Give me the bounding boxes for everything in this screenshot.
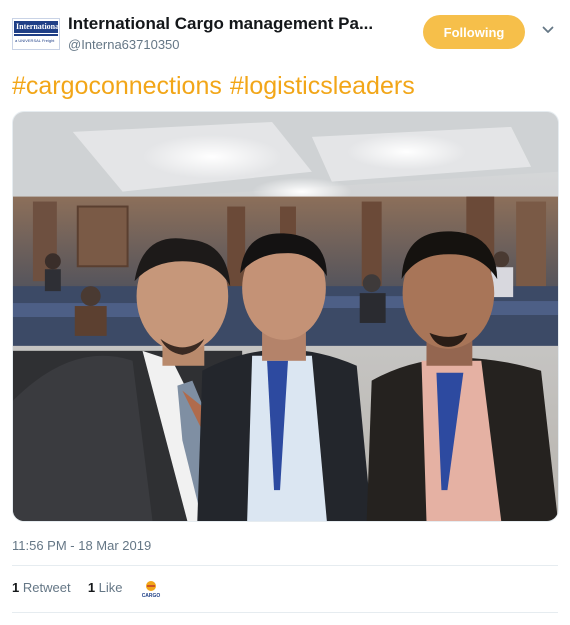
hashtag-link[interactable]: #logisticsleaders	[230, 72, 415, 100]
selfie-photo-illustration	[13, 112, 558, 521]
like-count[interactable]: 1	[88, 580, 95, 595]
liker-avatar[interactable]: CARGO	[140, 578, 162, 600]
svg-text:CARGO: CARGO	[142, 593, 161, 599]
tweet-header: International C a UNIVERSAL Freight Inte…	[12, 12, 558, 56]
retweet-count[interactable]: 1	[12, 580, 19, 595]
avatar-logo-subtext: a UNIVERSAL Freight	[15, 38, 55, 43]
cargo-logo-icon: CARGO	[142, 581, 161, 599]
avatar-logo-text: International C	[14, 21, 58, 33]
following-button[interactable]: Following	[423, 15, 525, 49]
hashtag-link[interactable]: #cargoconnections	[12, 72, 222, 100]
like-label[interactable]: Like	[99, 580, 123, 595]
account-avatar[interactable]: International C a UNIVERSAL Freight	[12, 18, 60, 50]
divider	[12, 612, 558, 613]
tweet-photo[interactable]	[12, 111, 559, 522]
chevron-down-icon[interactable]	[542, 24, 554, 36]
retweet-label[interactable]: Retweet	[23, 580, 71, 595]
account-handle[interactable]: @Interna63710350	[68, 37, 180, 52]
tweet-text: #cargoconnections #logisticsleaders	[12, 72, 423, 101]
tweet-stats: 1 Retweet 1 Like	[12, 580, 123, 595]
avatar-logo-rule	[14, 34, 58, 36]
tweet-timestamp[interactable]: 11:56 PM - 18 Mar 2019	[12, 538, 151, 553]
divider	[12, 565, 558, 566]
account-name[interactable]: International Cargo management Pa...	[68, 14, 373, 34]
